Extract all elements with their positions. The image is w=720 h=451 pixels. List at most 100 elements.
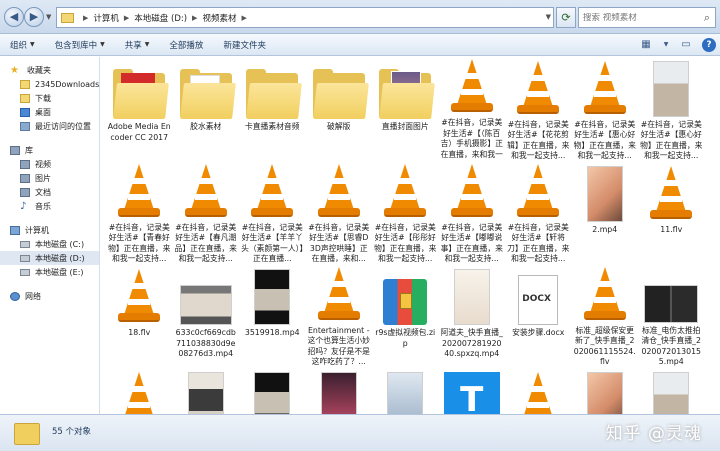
sidebar-item-documents[interactable]: 文档 (0, 185, 99, 199)
file-item[interactable]: T (439, 366, 506, 414)
search-icon[interactable]: ⌕ (704, 11, 710, 25)
sidebar-item-downloads[interactable]: 下载 (0, 91, 99, 105)
vlc-icon (648, 166, 694, 222)
include-in-library-menu[interactable]: 包含到库中 ▼ (55, 39, 105, 51)
file-item[interactable]: #在抖音，记录美好生活#【惠心好物】正在直播，来和我一起支持... (572, 57, 639, 160)
sidebar-item-drive-d[interactable]: 本地磁盘 (D:) (0, 251, 99, 265)
file-item[interactable]: Adobe Media Encoder CC 2017 (106, 57, 173, 160)
share-menu[interactable]: 共享 ▼ (125, 39, 150, 51)
file-item[interactable]: DOCX 安装步骤.docx (505, 263, 572, 366)
view-dropdown-icon[interactable]: ▼ (662, 37, 670, 52)
file-item[interactable]: 标准_超级保安更新了_快手直播_2020061115524.flv (572, 263, 639, 366)
file-name: 标准_超级保安更新了_快手直播_2020061115524.flv (573, 325, 636, 366)
sidebar-item-desktop[interactable]: 桌面 (0, 105, 99, 119)
address-dropdown-icon[interactable]: ▼ (546, 13, 551, 21)
file-item[interactable]: 18.flv (106, 263, 173, 366)
sidebar-item-label: 2345Downloads (35, 79, 100, 89)
file-item[interactable] (173, 366, 240, 414)
breadcrumb-video-folder[interactable]: 视频素材 (202, 12, 236, 24)
sidebar-libraries[interactable]: 库 (0, 143, 99, 157)
forward-button[interactable]: ▶ (24, 7, 44, 27)
file-item[interactable] (372, 366, 439, 414)
file-item[interactable] (239, 366, 306, 414)
breadcrumb-drive-d[interactable]: 本地磁盘 (D:) (134, 12, 187, 24)
file-thumbnail (444, 265, 500, 325)
file-item[interactable]: 3519918.mp4 (239, 263, 306, 366)
file-item[interactable]: #在抖音，记录美好生活#【嘟嘟说事】正在直播，来和我一起支持... (439, 160, 506, 263)
recent-pages-dropdown-icon[interactable]: ▼ (46, 13, 51, 21)
breadcrumb-computer[interactable]: 计算机 (93, 12, 119, 24)
file-item[interactable] (505, 366, 572, 414)
app-logo-icon: T (443, 372, 500, 414)
file-name: #在抖音，记录美好生活#【羊羊丫头（素颜第一人）】正在直播... (241, 222, 304, 263)
sidebar-item-drive-e[interactable]: 本地磁盘 (E:) (0, 265, 99, 279)
file-item[interactable]: #在抖音，记录美好生活#【青春好物】正在直播，来和我一起支持... (106, 160, 173, 263)
sidebar-favorites[interactable]: ★ 收藏夹 (0, 63, 99, 77)
sidebar-item-label: 视频 (35, 159, 51, 169)
file-item[interactable]: 11.flv (638, 160, 705, 263)
file-name: 破解版 (327, 122, 351, 131)
file-item[interactable]: 破解版 (306, 57, 373, 160)
search-box[interactable]: ⌕ (578, 7, 716, 28)
sidebar-computer[interactable]: 计算机 (0, 223, 99, 237)
address-bar[interactable]: ▶ 计算机 ▶ 本地磁盘 (D:) ▶ 视频素材 ▶ ▼ (56, 7, 554, 28)
sidebar-item-recent-places[interactable]: 最近访问的位置 (0, 119, 99, 133)
file-item[interactable]: #在抖音，记录美好生活#【春凡潮品】正在直播，来和我一起支持... (173, 160, 240, 263)
file-thumbnail (643, 368, 699, 414)
hard-drive-icon (20, 254, 30, 262)
file-thumbnail (111, 265, 167, 325)
vlc-icon (116, 372, 162, 414)
file-thumbnail (577, 162, 633, 222)
chevron-right-icon: ▶ (83, 13, 89, 22)
file-name: 11.flv (660, 225, 683, 234)
sidebar-item-drive-c[interactable]: 本地磁盘 (C:) (0, 237, 99, 251)
play-all-button[interactable]: 全部播放 (169, 39, 203, 51)
file-thumbnail (577, 368, 633, 414)
file-item[interactable]: #在抖音，记录美好生活#【彤彤好物】正在直播，来和我一起支持... (372, 160, 439, 263)
file-item[interactable]: 标准_电伤太推拍清仓_快手直播_20200720130155.mp4 (638, 263, 705, 366)
file-item[interactable]: #在抖音，记录美好生活#【思睿D3D声控哄睡】正在直播，来和... (306, 160, 373, 263)
sidebar-item-pictures[interactable]: 图片 (0, 171, 99, 185)
folder-icon (379, 69, 436, 119)
sidebar-item-videos[interactable]: 视频 (0, 157, 99, 171)
preview-pane-icon[interactable]: ▭ (678, 37, 694, 52)
vlc-icon (316, 266, 362, 323)
desktop-icon (20, 107, 30, 117)
file-item[interactable]: r9s虚拟视频包.zip (372, 263, 439, 366)
file-item[interactable] (306, 366, 373, 414)
file-item[interactable] (572, 366, 639, 414)
file-item[interactable]: #在抖音，记录美好生活#【花花剪辑】正在直播，来和我一起支持... (505, 57, 572, 160)
file-item[interactable]: 633c0cf669cdb711038830d9e08276d3.mp4 (173, 263, 240, 366)
file-item[interactable]: 胶水素材 (173, 57, 240, 160)
file-item[interactable]: #在抖音，记录美好生活#【（陈百吉）手机摄影】正在直播，来和我一起支持... (439, 57, 506, 160)
folder-icon (61, 12, 74, 23)
file-item[interactable]: #在抖音，记录美好生活#【羊羊丫头（素颜第一人）】正在直播... (239, 160, 306, 263)
file-item[interactable]: 阿道夫_快手直播_20200728192040.spxzq.mp4 (439, 263, 506, 366)
refresh-button[interactable]: ⟳ (556, 7, 576, 28)
file-item[interactable] (638, 366, 705, 414)
file-thumbnail (178, 265, 234, 325)
sidebar-item-2345downloads[interactable]: 2345Downloads (0, 77, 99, 91)
help-icon[interactable]: ? (702, 37, 716, 52)
sidebar-item-label: 下载 (35, 93, 51, 103)
video-library-icon (20, 159, 30, 169)
back-button[interactable]: ◀ (4, 7, 24, 27)
file-item[interactable]: 卡直播素材音频 (239, 57, 306, 160)
file-thumbnail (643, 265, 699, 323)
file-item[interactable]: 2.mp4 (572, 160, 639, 263)
file-item[interactable]: #在抖音，记录美好生活#【惠心好物】正在直播，来和我一起支持... (638, 57, 705, 160)
archive-icon (383, 279, 428, 325)
file-thumbnail (244, 265, 300, 325)
file-item[interactable]: #在抖音，记录美好生活#【轩将刀】正在直播，来和我一起支持... (505, 160, 572, 263)
computer-icon (10, 225, 20, 235)
change-view-icon[interactable]: ▦ (638, 37, 654, 52)
sidebar-item-music[interactable]: ♪ 音乐 (0, 199, 99, 213)
file-thumbnail (311, 162, 367, 220)
file-item[interactable]: 直播封面图片 (372, 57, 439, 160)
file-item[interactable] (106, 366, 173, 414)
organize-menu[interactable]: 组织 ▼ (10, 39, 35, 51)
new-folder-button[interactable]: 新建文件夹 (223, 39, 266, 51)
file-item[interactable]: Entertainment - 这个也算生活小妙招吗？友仔是不是这咋吃药了？..… (306, 263, 373, 366)
search-input[interactable] (583, 12, 693, 23)
sidebar-network[interactable]: 网络 (0, 289, 99, 303)
